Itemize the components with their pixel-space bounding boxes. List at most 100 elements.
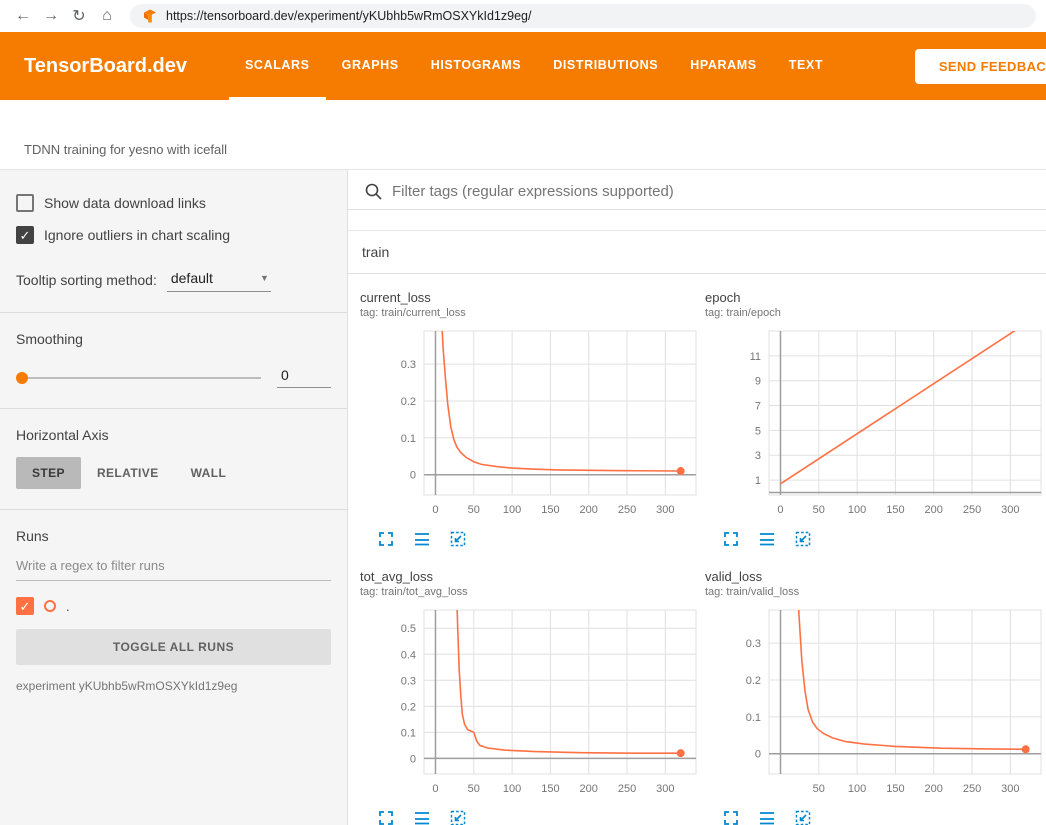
svg-text:300: 300 <box>1001 504 1019 516</box>
svg-text:0.2: 0.2 <box>401 701 416 713</box>
axis-relative-button[interactable]: RELATIVE <box>81 457 175 489</box>
show-download-links-label: Show data download links <box>44 195 206 211</box>
home-icon[interactable]: ⌂ <box>94 3 120 29</box>
svg-text:0.2: 0.2 <box>401 396 416 408</box>
chart-title: valid_loss <box>705 569 1045 584</box>
smoothing-label: Smoothing <box>16 331 331 347</box>
tab-histograms[interactable]: HISTOGRAMS <box>415 32 538 100</box>
brand-logo[interactable]: TensorBoard.dev <box>24 55 187 78</box>
slider-thumb[interactable] <box>16 372 28 384</box>
fit-domain-icon[interactable] <box>448 808 468 825</box>
tag-group-header[interactable]: train <box>348 231 1046 274</box>
svg-text:0: 0 <box>432 783 438 795</box>
chart-toolbar <box>705 521 1045 549</box>
run-name: . <box>66 599 70 614</box>
svg-text:200: 200 <box>925 783 943 795</box>
line-chart-valid-loss[interactable]: 00.10.20.350100150200250300 <box>705 604 1045 800</box>
svg-text:250: 250 <box>963 783 981 795</box>
svg-text:0: 0 <box>755 749 761 761</box>
expand-chart-icon[interactable] <box>376 808 396 825</box>
tab-graphs[interactable]: GRAPHS <box>326 32 415 100</box>
line-chart-current-loss[interactable]: 00.10.20.3050100150200250300 <box>360 325 700 521</box>
svg-text:9: 9 <box>755 376 761 388</box>
svg-text:250: 250 <box>618 504 636 516</box>
chart-toolbar <box>360 800 700 825</box>
line-chart-tot-avg-loss[interactable]: 00.10.20.30.40.5050100150200250300 <box>360 604 700 800</box>
svg-text:300: 300 <box>656 783 674 795</box>
show-download-links-checkbox[interactable] <box>16 194 34 212</box>
show-download-links-row[interactable]: Show data download links <box>16 194 331 212</box>
horizontal-axis-label: Horizontal Axis <box>16 427 331 443</box>
svg-text:150: 150 <box>886 783 904 795</box>
svg-text:0: 0 <box>410 470 416 482</box>
smoothing-slider[interactable] <box>16 371 261 385</box>
chart-tag: tag: train/epoch <box>705 307 1045 319</box>
line-chart-epoch[interactable]: 1357911050100150200250300 <box>705 325 1045 521</box>
svg-text:200: 200 <box>580 783 598 795</box>
svg-text:0.1: 0.1 <box>401 433 416 445</box>
search-icon <box>364 182 382 200</box>
tab-hparams[interactable]: HPARAMS <box>674 32 772 100</box>
svg-text:100: 100 <box>848 504 866 516</box>
axis-step-button[interactable]: STEP <box>16 457 81 489</box>
run-checkbox[interactable] <box>16 597 34 615</box>
chart-toolbar <box>705 800 1045 825</box>
experiment-description: TDNN training for yesno with icefall <box>0 100 1046 170</box>
toggle-all-runs-button[interactable]: TOGGLE ALL RUNS <box>16 629 331 665</box>
send-feedback-button[interactable]: SEND FEEDBACK <box>915 49 1046 84</box>
tooltip-sort-select[interactable]: default ▼ <box>167 268 271 292</box>
log-scale-icon[interactable] <box>757 529 777 549</box>
ignore-outliers-label: Ignore outliers in chart scaling <box>44 227 230 243</box>
divider <box>0 312 347 313</box>
svg-text:0.2: 0.2 <box>746 675 761 687</box>
experiment-id: experiment yKUbhb5wRmOSXYkId1z9eg <box>16 679 331 693</box>
ignore-outliers-row[interactable]: Ignore outliers in chart scaling <box>16 226 331 244</box>
tab-scalars[interactable]: SCALARS <box>229 32 326 100</box>
svg-text:300: 300 <box>1001 783 1019 795</box>
expand-chart-icon[interactable] <box>721 529 741 549</box>
settings-sidebar: Show data download links Ignore outliers… <box>0 170 348 825</box>
svg-text:300: 300 <box>656 504 674 516</box>
svg-text:1: 1 <box>755 475 761 487</box>
tooltip-sort-label: Tooltip sorting method: <box>16 272 157 288</box>
url-text[interactable]: https://tensorboard.dev/experiment/yKUbh… <box>166 9 531 23</box>
forward-icon[interactable]: → <box>38 3 64 29</box>
svg-text:200: 200 <box>580 504 598 516</box>
chart-title: tot_avg_loss <box>360 569 700 584</box>
svg-text:200: 200 <box>925 504 943 516</box>
svg-text:0.1: 0.1 <box>746 712 761 724</box>
svg-text:100: 100 <box>503 783 521 795</box>
smoothing-value-input[interactable]: 0 <box>277 367 331 388</box>
tensorboard-favicon <box>142 8 158 24</box>
nav-tabs: SCALARS GRAPHS HISTOGRAMS DISTRIBUTIONS … <box>229 32 839 100</box>
log-scale-icon[interactable] <box>757 808 777 825</box>
log-scale-icon[interactable] <box>412 529 432 549</box>
tab-text[interactable]: TEXT <box>773 32 839 100</box>
horizontal-axis-buttons: STEP RELATIVE WALL <box>16 457 331 489</box>
divider <box>0 408 347 409</box>
axis-wall-button[interactable]: WALL <box>175 457 243 489</box>
tag-filter-row <box>348 170 1046 210</box>
tab-distributions[interactable]: DISTRIBUTIONS <box>537 32 674 100</box>
browser-toolbar: ← → ↻ ⌂ https://tensorboard.dev/experime… <box>0 0 1046 32</box>
address-bar[interactable]: https://tensorboard.dev/experiment/yKUbh… <box>130 4 1036 28</box>
back-icon[interactable]: ← <box>10 3 36 29</box>
expand-chart-icon[interactable] <box>721 808 741 825</box>
svg-text:11: 11 <box>750 351 761 363</box>
fit-domain-icon[interactable] <box>448 529 468 549</box>
svg-text:250: 250 <box>963 504 981 516</box>
expand-chart-icon[interactable] <box>376 529 396 549</box>
svg-text:50: 50 <box>468 504 480 516</box>
fit-domain-icon[interactable] <box>793 808 813 825</box>
ignore-outliers-checkbox[interactable] <box>16 226 34 244</box>
tag-filter-input[interactable] <box>392 183 1030 200</box>
fit-domain-icon[interactable] <box>793 529 813 549</box>
svg-text:7: 7 <box>755 401 761 413</box>
reload-icon[interactable]: ↻ <box>66 3 92 29</box>
log-scale-icon[interactable] <box>412 808 432 825</box>
svg-text:100: 100 <box>848 783 866 795</box>
runs-filter-input[interactable] <box>16 558 331 581</box>
run-row[interactable]: . <box>16 597 331 615</box>
svg-text:50: 50 <box>813 783 825 795</box>
chart-card-valid-loss: valid_loss tag: train/valid_loss 00.10.2… <box>705 569 1045 825</box>
